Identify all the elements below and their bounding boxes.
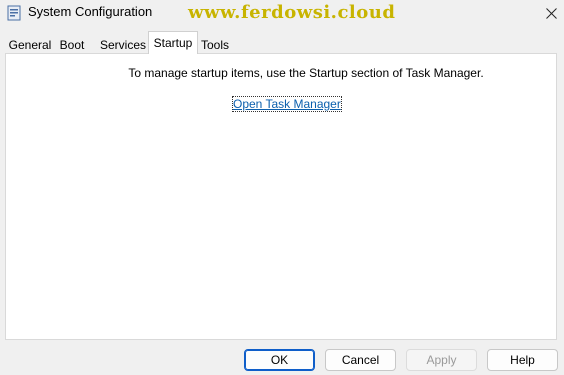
open-task-manager-link[interactable]: Open Task Manager [232,96,342,112]
tab-services[interactable]: Services [97,34,149,54]
ok-button[interactable]: OK [244,349,315,371]
apply-button[interactable]: Apply [406,349,477,371]
cancel-button[interactable]: Cancel [325,349,396,371]
msconfig-icon [7,5,21,21]
tab-boot[interactable]: Boot [55,34,89,54]
tab-tools[interactable]: Tools [198,34,232,54]
help-button[interactable]: Help [487,349,558,371]
tab-startup[interactable]: Startup [148,31,198,54]
close-button[interactable] [538,0,564,26]
system-configuration-window: System Configuration www.ferdowsi.cloud … [0,0,564,375]
close-icon [545,7,557,19]
startup-message: To manage startup items, use the Startup… [128,66,484,80]
tab-general[interactable]: General [5,34,55,54]
startup-panel: To manage startup items, use the Startup… [5,53,557,340]
title-bar[interactable]: System Configuration www.ferdowsi.cloud [0,0,564,30]
watermark-text: www.ferdowsi.cloud [188,2,396,23]
window-title: System Configuration [28,4,153,19]
